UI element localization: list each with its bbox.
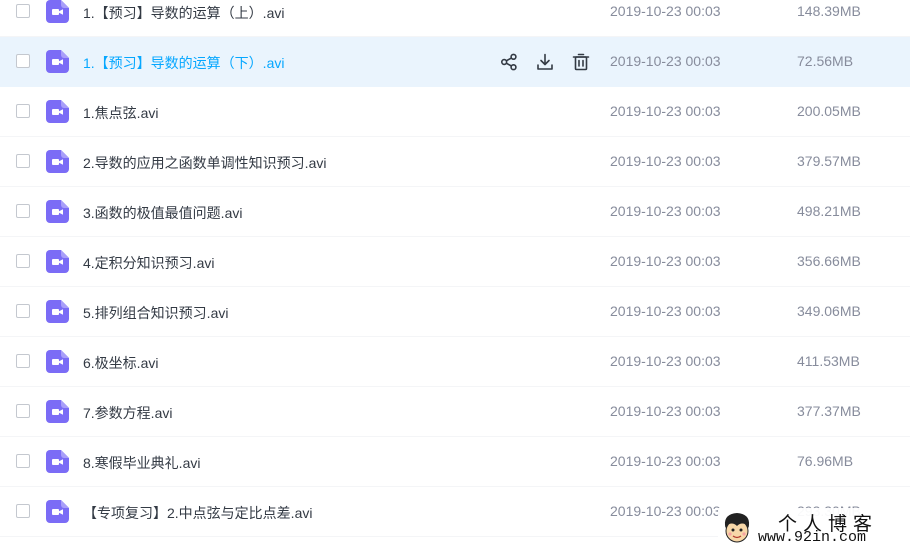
file-row[interactable]: 7.参数方程.avi 2019-10-23 00:03 377.37MB: [0, 387, 910, 437]
file-row[interactable]: 4.定积分知识预习.avi 2019-10-23 00:03 356.66MB: [0, 237, 910, 287]
file-row[interactable]: 6.极坐标.avi 2019-10-23 00:03 411.53MB: [0, 337, 910, 387]
file-size: 377.37MB: [797, 403, 861, 419]
video-file-icon: [46, 200, 69, 223]
file-name[interactable]: 4.定积分知识预习.avi: [83, 253, 214, 273]
file-name[interactable]: 3.函数的极值最值问题.avi: [83, 203, 242, 223]
row-checkbox[interactable]: [16, 304, 30, 318]
file-name[interactable]: 1.【预习】导数的运算（上）.avi: [83, 3, 284, 23]
video-file-icon: [46, 100, 69, 123]
file-size: 200.05MB: [797, 103, 861, 119]
video-file-icon: [46, 400, 69, 423]
row-checkbox[interactable]: [16, 54, 30, 68]
modified-date: 2019-10-23 00:03: [610, 3, 721, 19]
modified-date: 2019-10-23 00:03: [610, 53, 721, 69]
file-name[interactable]: 6.极坐标.avi: [83, 353, 158, 373]
video-file-icon: [46, 0, 69, 23]
file-name[interactable]: 5.排列组合知识预习.avi: [83, 303, 228, 323]
file-name[interactable]: 2.导数的应用之函数单调性知识预习.avi: [83, 153, 326, 173]
row-checkbox[interactable]: [16, 504, 30, 518]
modified-date: 2019-10-23 00:03: [610, 403, 721, 419]
row-checkbox[interactable]: [16, 404, 30, 418]
file-size: 379.57MB: [797, 153, 861, 169]
file-size: 148.39MB: [797, 3, 861, 19]
row-actions: [497, 50, 593, 74]
video-file-icon: [46, 350, 69, 373]
watermark-url: www.92in.com: [758, 529, 867, 546]
file-name[interactable]: 1.焦点弦.avi: [83, 103, 158, 123]
video-file-icon: [46, 450, 69, 473]
file-name[interactable]: 8.寒假毕业典礼.avi: [83, 453, 200, 473]
modified-date: 2019-10-23 00:03: [610, 253, 721, 269]
download-icon[interactable]: [533, 50, 557, 74]
file-name[interactable]: 7.参数方程.avi: [83, 403, 172, 423]
row-checkbox[interactable]: [16, 154, 30, 168]
modified-date: 2019-10-23 00:03: [610, 503, 721, 519]
row-checkbox[interactable]: [16, 104, 30, 118]
file-row[interactable]: 1.【预习】导数的运算（上）.avi 2019-10-23 00:03 148.…: [0, 0, 910, 37]
delete-icon[interactable]: [569, 50, 593, 74]
row-checkbox[interactable]: [16, 454, 30, 468]
modified-date: 2019-10-23 00:03: [610, 453, 721, 469]
row-checkbox[interactable]: [16, 354, 30, 368]
modified-date: 2019-10-23 00:03: [610, 303, 721, 319]
file-list: 1.【预习】导数的运算（上）.avi 2019-10-23 00:03 148.…: [0, 0, 910, 537]
file-name[interactable]: 【专项复习】2.中点弦与定比点差.avi: [83, 503, 312, 523]
file-size: 356.66MB: [797, 253, 861, 269]
file-size: 498.21MB: [797, 203, 861, 219]
modified-date: 2019-10-23 00:03: [610, 103, 721, 119]
file-size: 411.53MB: [797, 353, 860, 369]
row-checkbox[interactable]: [16, 254, 30, 268]
modified-date: 2019-10-23 00:03: [610, 153, 721, 169]
file-size: 76.96MB: [797, 453, 854, 469]
share-icon[interactable]: [497, 50, 521, 74]
modified-date: 2019-10-23 00:03: [610, 353, 721, 369]
row-checkbox[interactable]: [16, 204, 30, 218]
file-row[interactable]: 8.寒假毕业典礼.avi 2019-10-23 00:03 76.96MB: [0, 437, 910, 487]
video-file-icon: [46, 250, 69, 273]
file-name[interactable]: 1.【预习】导数的运算（下）.avi: [83, 53, 284, 73]
cartoon-face-logo: [722, 511, 752, 550]
file-row[interactable]: 1.【预习】导数的运算（下）.avi 2019-10-23 00:03 72.5…: [0, 37, 910, 87]
video-file-icon: [46, 300, 69, 323]
file-size: 72.56MB: [797, 53, 854, 69]
file-row[interactable]: 5.排列组合知识预习.avi 2019-10-23 00:03 349.06MB: [0, 287, 910, 337]
file-row[interactable]: 3.函数的极值最值问题.avi 2019-10-23 00:03 498.21M…: [0, 187, 910, 237]
row-checkbox[interactable]: [16, 4, 30, 18]
watermark: 个人博客 www.92in.com: [718, 508, 910, 549]
video-file-icon: [46, 150, 69, 173]
video-file-icon: [46, 500, 69, 523]
file-size: 349.06MB: [797, 303, 861, 319]
file-row[interactable]: 1.焦点弦.avi 2019-10-23 00:03 200.05MB: [0, 87, 910, 137]
modified-date: 2019-10-23 00:03: [610, 203, 721, 219]
video-file-icon: [46, 50, 69, 73]
file-row[interactable]: 2.导数的应用之函数单调性知识预习.avi 2019-10-23 00:03 3…: [0, 137, 910, 187]
